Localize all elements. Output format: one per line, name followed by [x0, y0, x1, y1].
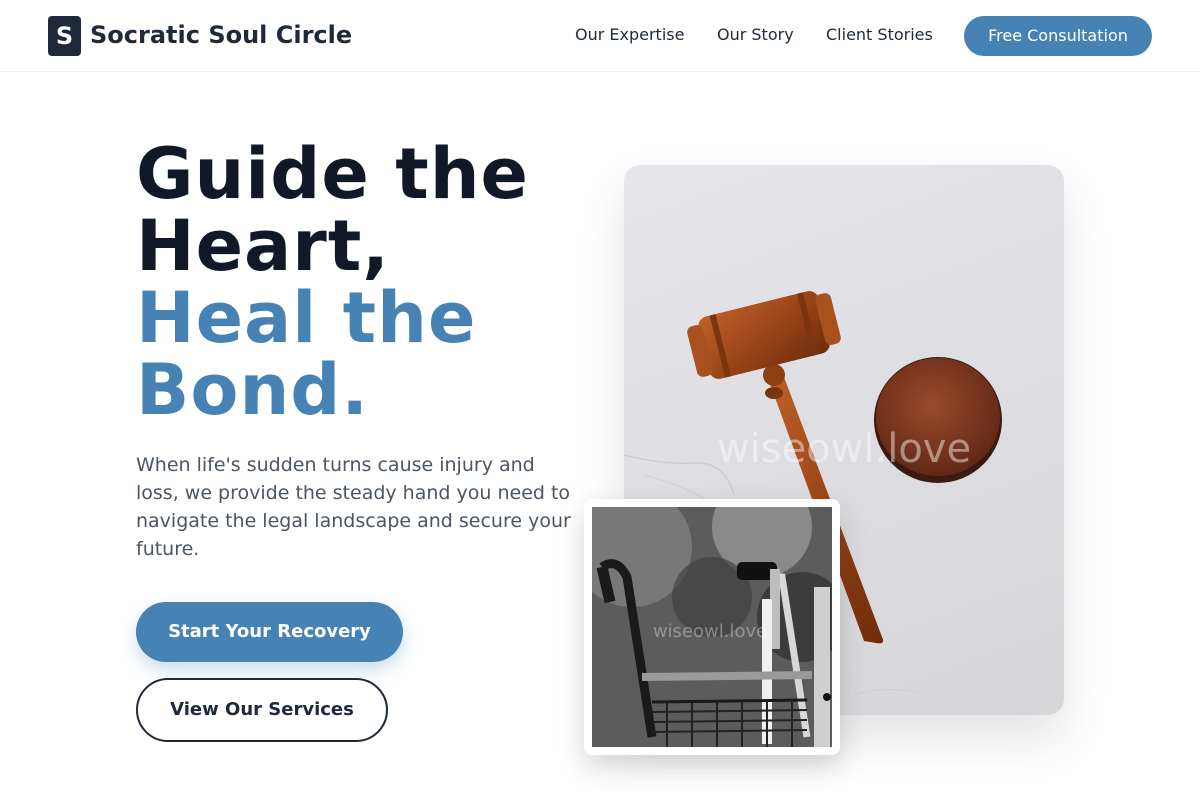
- walker-illustration: wiseowl.love: [592, 507, 832, 747]
- headline-line-4: Bond.: [136, 349, 369, 431]
- hero-description: When life's sudden turns cause injury an…: [136, 454, 571, 560]
- main-photo-watermark: wiseowl.love: [717, 426, 971, 472]
- nav-link-our-expertise[interactable]: Our Expertise: [575, 25, 684, 45]
- start-recovery-button[interactable]: Start Your Recovery: [136, 602, 403, 662]
- free-consultation-button[interactable]: Free Consultation: [964, 16, 1152, 56]
- top-navigation: S Socratic Soul Circle Our Expertise Our…: [0, 0, 1200, 72]
- nav-link-our-story[interactable]: Our Story: [717, 25, 794, 45]
- brand-name[interactable]: Socratic Soul Circle: [90, 20, 352, 50]
- logo-icon[interactable]: S: [48, 16, 81, 56]
- nav-link-client-stories[interactable]: Client Stories: [826, 25, 933, 45]
- walker-photo: wiseowl.love: [592, 507, 832, 747]
- hero-headline: Guide the Heart, Heal the Bond.: [136, 138, 529, 426]
- headline-line-3: Heal the: [136, 277, 477, 359]
- walker-photo-card: wiseowl.love: [584, 499, 840, 755]
- headline-line-1: Guide the: [136, 133, 530, 215]
- inset-photo-watermark: wiseowl.love: [653, 621, 767, 642]
- view-services-button[interactable]: View Our Services: [136, 678, 388, 742]
- headline-line-2: Heart,: [136, 205, 390, 287]
